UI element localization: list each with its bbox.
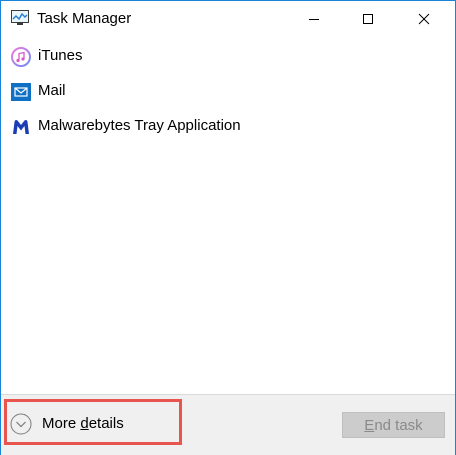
list-item-mail[interactable]: Mail: [1, 74, 455, 108]
itunes-icon: [11, 47, 31, 67]
list-item-label: Malwarebytes Tray Application: [38, 117, 241, 134]
minimize-icon: [309, 19, 319, 20]
list-item-label: Mail: [38, 82, 66, 99]
task-manager-icon: [11, 10, 29, 25]
list-item-itunes[interactable]: iTunes: [1, 39, 455, 73]
list-item-malwarebytes[interactable]: Malwarebytes Tray Application: [1, 109, 455, 143]
window-title: Task Manager: [37, 10, 132, 27]
more-details-button[interactable]: More details: [10, 411, 170, 439]
close-button[interactable]: [401, 1, 447, 37]
footer-bar: More details End task: [1, 394, 455, 455]
malwarebytes-icon: [13, 120, 29, 134]
end-task-button[interactable]: End task: [342, 412, 445, 438]
minimize-button[interactable]: [291, 1, 337, 37]
task-manager-window: Task Manager iTunes Mail Malwarebytes Tr…: [0, 0, 456, 455]
more-details-label: More details: [42, 415, 124, 432]
maximize-icon: [363, 14, 373, 24]
title-bar[interactable]: Task Manager: [1, 1, 455, 37]
mail-icon: [11, 83, 31, 101]
chevron-down-icon: [10, 413, 32, 435]
close-icon: [418, 13, 430, 25]
maximize-button[interactable]: [345, 1, 391, 37]
list-item-label: iTunes: [38, 47, 83, 64]
